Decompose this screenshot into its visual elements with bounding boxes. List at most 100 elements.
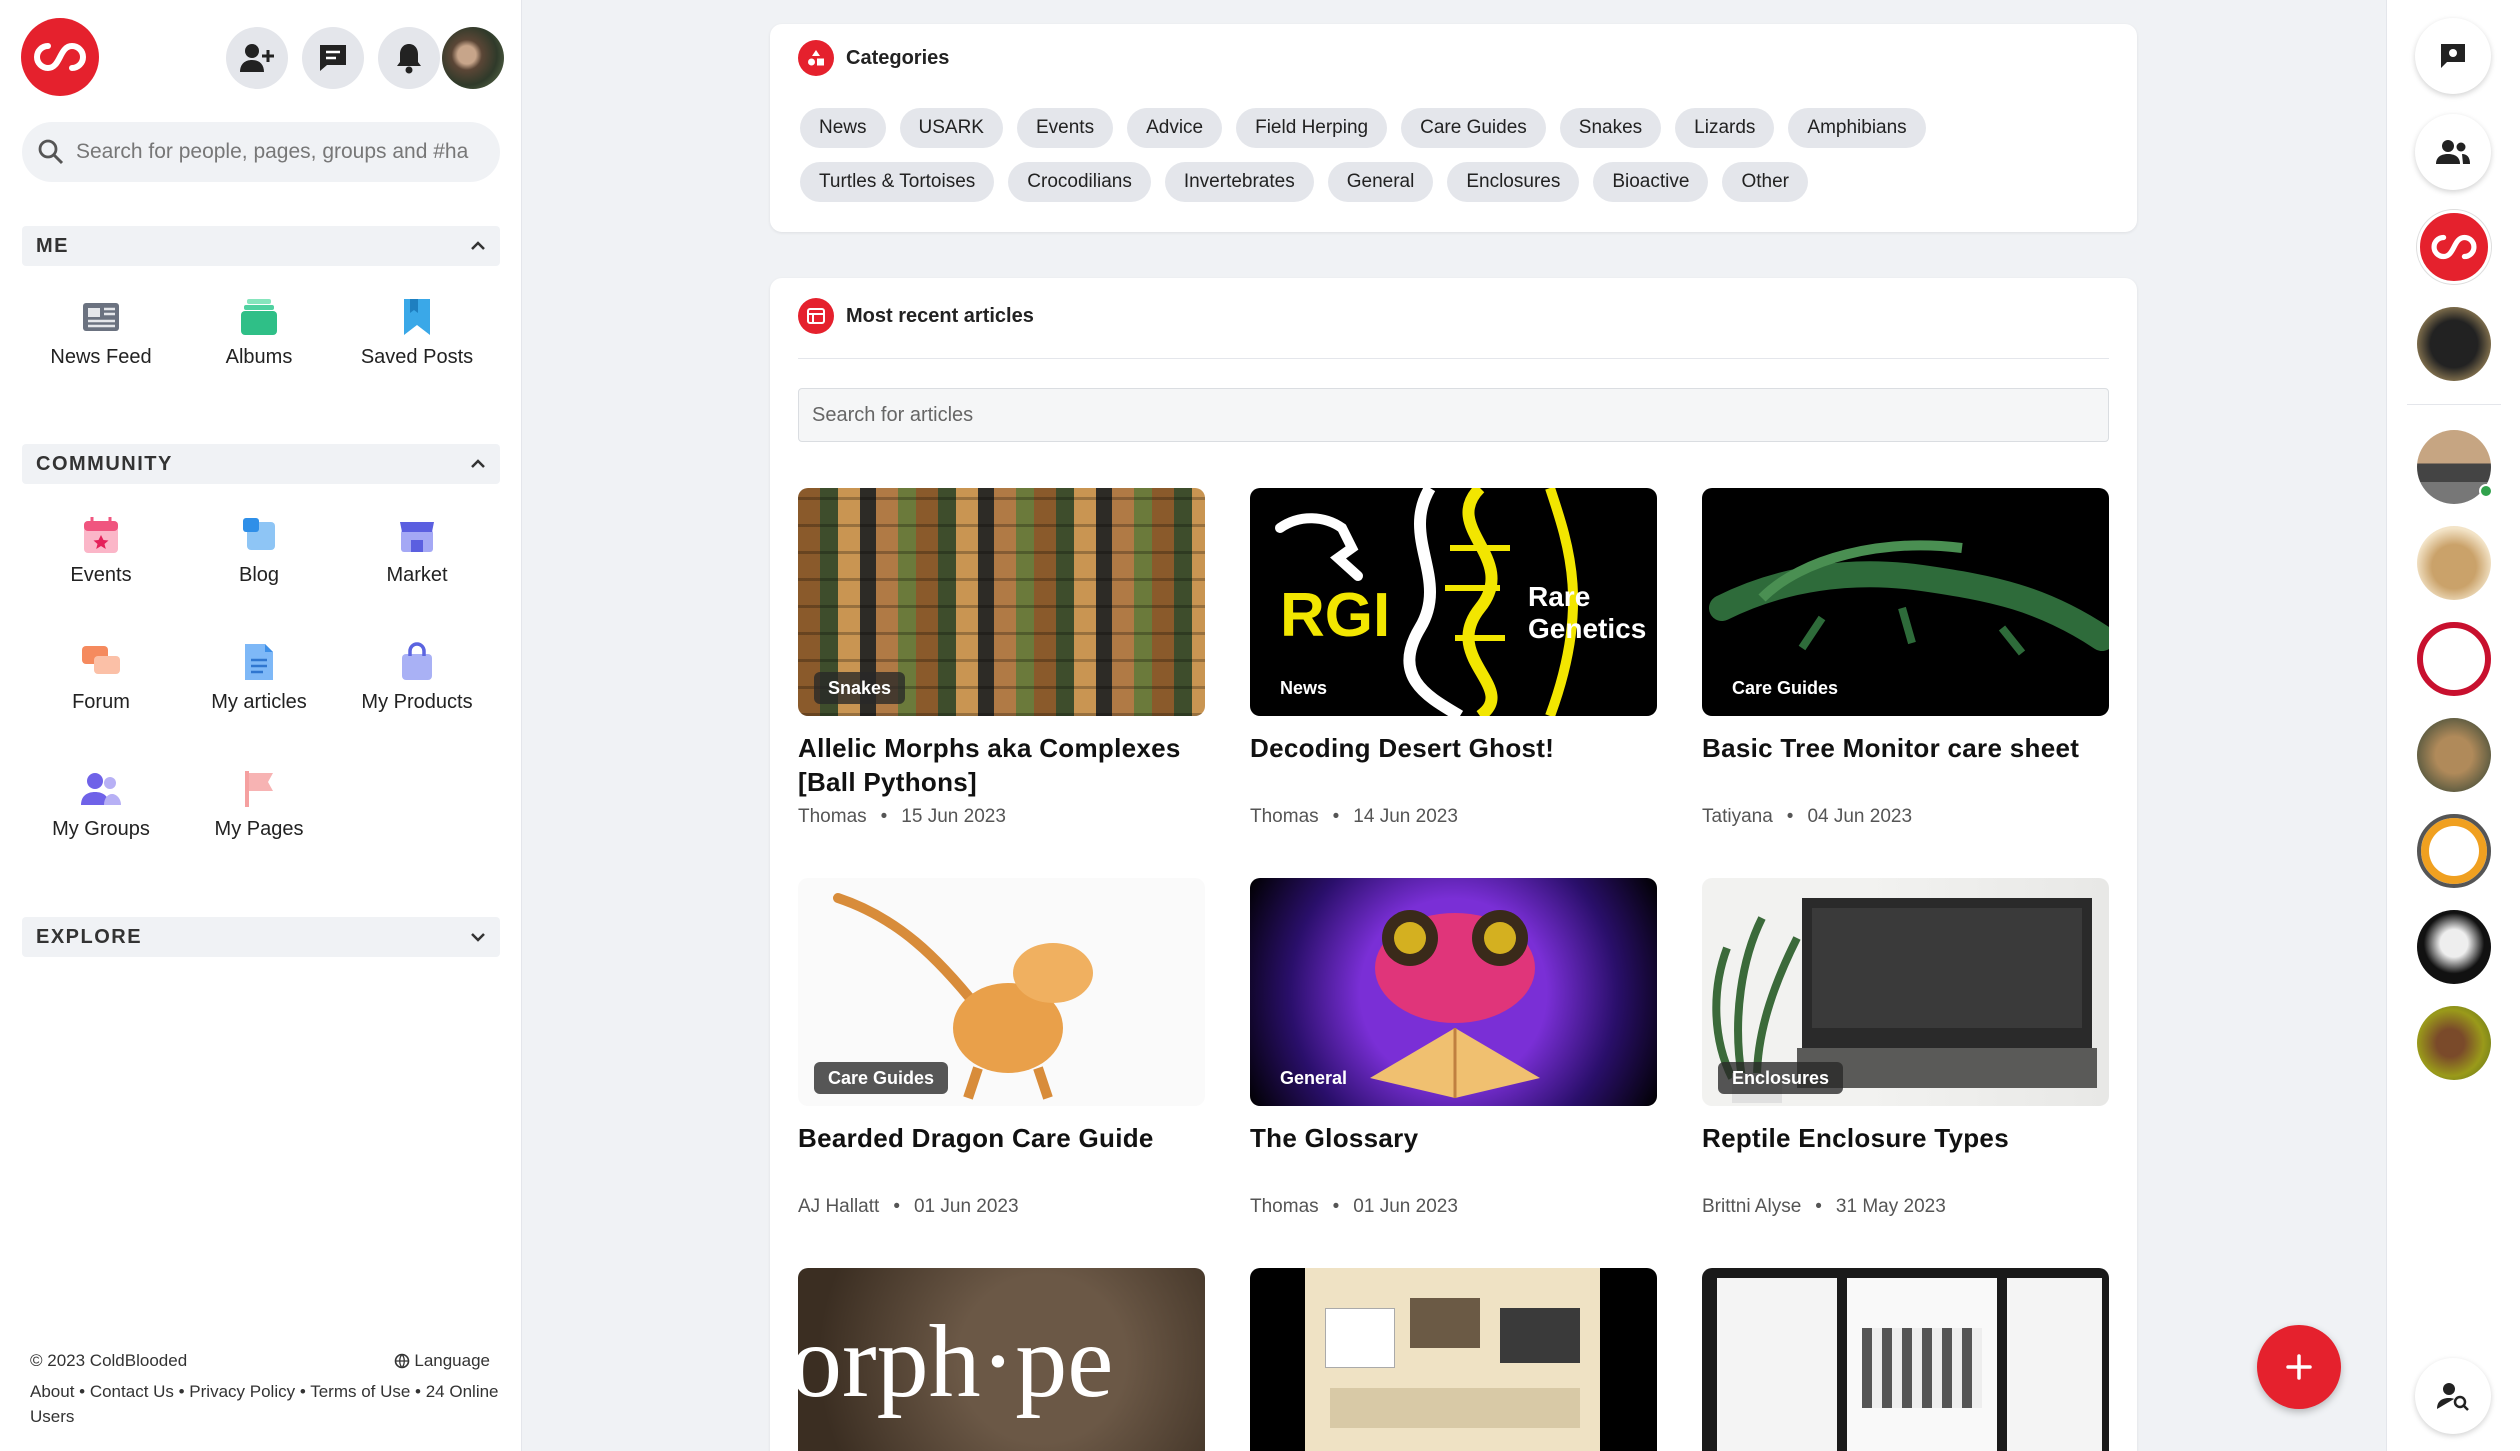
nav-forum[interactable]: Forum — [22, 615, 180, 742]
nav-saved-posts[interactable]: Saved Posts — [338, 270, 496, 397]
nav-my-products[interactable]: My Products — [338, 615, 496, 742]
contact-avatar[interactable] — [2417, 910, 2491, 984]
notifications-button[interactable] — [378, 27, 440, 89]
morphpedia-text: orph·pe — [798, 1304, 1113, 1419]
category-chip[interactable]: Advice — [1127, 108, 1223, 148]
article-title[interactable]: Allelic Morphs aka Complexes [Ball Pytho… — [798, 731, 1205, 799]
rgi-text: RGI — [1280, 581, 1390, 650]
section-explore-header[interactable]: EXPLORE — [22, 917, 500, 957]
article-card[interactable] — [1250, 1268, 1657, 1451]
profile-avatar[interactable] — [442, 27, 504, 89]
categories-title: Categories — [846, 46, 950, 69]
nav-my-pages[interactable]: My Pages — [180, 742, 338, 869]
article-thumbnail[interactable]: Care Guides — [798, 878, 1205, 1106]
coldblooded-logo[interactable] — [21, 18, 99, 96]
article-date: 31 May 2023 — [1835, 1196, 1946, 1217]
contact-avatar[interactable] — [2417, 814, 2491, 888]
category-chip-list: News USARK Events Advice Field Herping Care G… — [800, 108, 2110, 202]
right-rail — [2386, 0, 2520, 1451]
article-card[interactable]: Care Guides Bearded Dragon Care Guide AJ… — [798, 878, 1205, 1217]
nav-label: Events — [70, 564, 132, 586]
friends-button[interactable] — [2415, 114, 2491, 190]
article-search-input[interactable] — [798, 388, 2109, 442]
article-title[interactable]: Decoding Desert Ghost! — [1250, 731, 1657, 765]
article-thumbnail[interactable]: Care Guides — [1702, 488, 2109, 716]
section-community-header[interactable]: COMMUNITY — [22, 444, 500, 484]
category-chip[interactable]: Bioactive — [1593, 162, 1709, 202]
category-chip[interactable]: Lizards — [1675, 108, 1775, 148]
contact-avatar[interactable] — [2417, 622, 2491, 696]
category-chip[interactable]: Snakes — [1559, 108, 1662, 148]
category-chip[interactable]: Turtles & Tortoises — [800, 162, 995, 202]
nav-events[interactable]: Events — [22, 488, 180, 615]
category-chip[interactable]: Events — [1016, 108, 1114, 148]
messages-button[interactable] — [302, 27, 364, 89]
article-thumbnail[interactable]: Enclosures — [1702, 878, 2109, 1106]
nav-label: My articles — [211, 691, 307, 713]
nav-albums[interactable]: Albums — [180, 270, 338, 397]
category-chip[interactable]: USARK — [899, 108, 1003, 148]
article-thumbnail[interactable]: General — [1250, 878, 1657, 1106]
article-author[interactable]: AJ Hallatt — [798, 1196, 879, 1218]
article-thumbnail[interactable] — [1702, 1268, 2109, 1451]
article-card[interactable] — [1702, 1268, 2109, 1451]
globe-icon — [395, 1353, 410, 1368]
article-title[interactable]: Bearded Dragon Care Guide — [798, 1121, 1205, 1155]
contact-avatar[interactable] — [2417, 526, 2491, 600]
nav-my-articles[interactable]: My articles — [180, 615, 338, 742]
create-post-button[interactable] — [2257, 1325, 2341, 1409]
article-card[interactable]: Care Guides Basic Tree Monitor care shee… — [1702, 488, 2109, 827]
chat-settings-button[interactable] — [2415, 18, 2491, 94]
categories-header: Categories — [798, 40, 949, 76]
footer-links[interactable]: About • Contact Us • Privacy Policy • Te… — [30, 1379, 500, 1429]
category-chip[interactable]: Crocodilians — [1008, 162, 1151, 202]
language-selector[interactable]: Language — [394, 1348, 490, 1373]
nav-market[interactable]: Market — [338, 488, 496, 615]
find-people-button[interactable] — [2415, 1358, 2491, 1434]
article-thumbnail[interactable]: RGI Rare Genetics News — [1250, 488, 1657, 716]
article-author[interactable]: Thomas — [1250, 806, 1319, 828]
article-date: 04 Jun 2023 — [1807, 806, 1913, 827]
article-card[interactable]: General The Glossary Thomas • 01 Jun 2023 — [1250, 878, 1657, 1217]
category-chip[interactable]: Care Guides — [1401, 108, 1546, 148]
contact-avatar[interactable] — [2417, 1006, 2491, 1080]
category-chip[interactable]: News — [800, 108, 886, 148]
coldblooded-logo-icon — [2431, 234, 2477, 260]
page-avatar-coldblooded[interactable] — [2417, 210, 2491, 284]
article-card[interactable]: orph·pe — [798, 1268, 1205, 1451]
category-chip[interactable]: Amphibians — [1788, 108, 1926, 148]
nav-my-groups[interactable]: My Groups — [22, 742, 180, 869]
article-author[interactable]: Thomas — [1250, 1196, 1319, 1218]
global-search-input[interactable] — [76, 140, 476, 164]
article-meta: Tatiyana • 04 Jun 2023 — [1702, 806, 1912, 828]
nav-news-feed[interactable]: News Feed — [22, 270, 180, 397]
article-title[interactable]: The Glossary — [1250, 1121, 1657, 1155]
add-friend-button[interactable] — [226, 27, 288, 89]
category-chip[interactable]: Invertebrates — [1164, 162, 1314, 202]
article-title[interactable]: Reptile Enclosure Types — [1702, 1121, 2109, 1155]
nav-label: My Pages — [214, 818, 304, 840]
category-badge: Care Guides — [814, 1062, 949, 1094]
section-me-header[interactable]: ME — [22, 226, 500, 266]
category-chip[interactable]: Other — [1722, 162, 1808, 202]
category-chip[interactable]: General — [1327, 162, 1434, 202]
contact-avatar[interactable] — [2417, 718, 2491, 792]
rail-divider — [2407, 404, 2501, 405]
nav-blog[interactable]: Blog — [180, 488, 338, 615]
page-avatar[interactable] — [2417, 307, 2491, 381]
article-thumbnail[interactable] — [1250, 1268, 1657, 1451]
global-search[interactable] — [22, 122, 500, 182]
article-thumbnail[interactable]: orph·pe — [798, 1268, 1205, 1451]
article-thumbnail[interactable]: Snakes — [798, 488, 1205, 716]
category-chip[interactable]: Field Herping — [1236, 108, 1388, 148]
category-chip[interactable]: Enclosures — [1447, 162, 1580, 202]
article-title[interactable]: Basic Tree Monitor care sheet — [1702, 731, 2109, 765]
article-card[interactable]: RGI Rare Genetics News Decoding Desert G… — [1250, 488, 1657, 827]
article-meta: AJ Hallatt • 01 Jun 2023 — [798, 1196, 1019, 1218]
articles-title: Most recent articles — [846, 304, 1034, 327]
article-card[interactable]: Enclosures Reptile Enclosure Types Britt… — [1702, 878, 2109, 1217]
article-author[interactable]: Thomas — [798, 806, 867, 828]
article-author[interactable]: Brittni Alyse — [1702, 1196, 1801, 1218]
article-card[interactable]: Snakes Allelic Morphs aka Complexes [Bal… — [798, 488, 1205, 827]
article-author[interactable]: Tatiyana — [1702, 806, 1773, 828]
